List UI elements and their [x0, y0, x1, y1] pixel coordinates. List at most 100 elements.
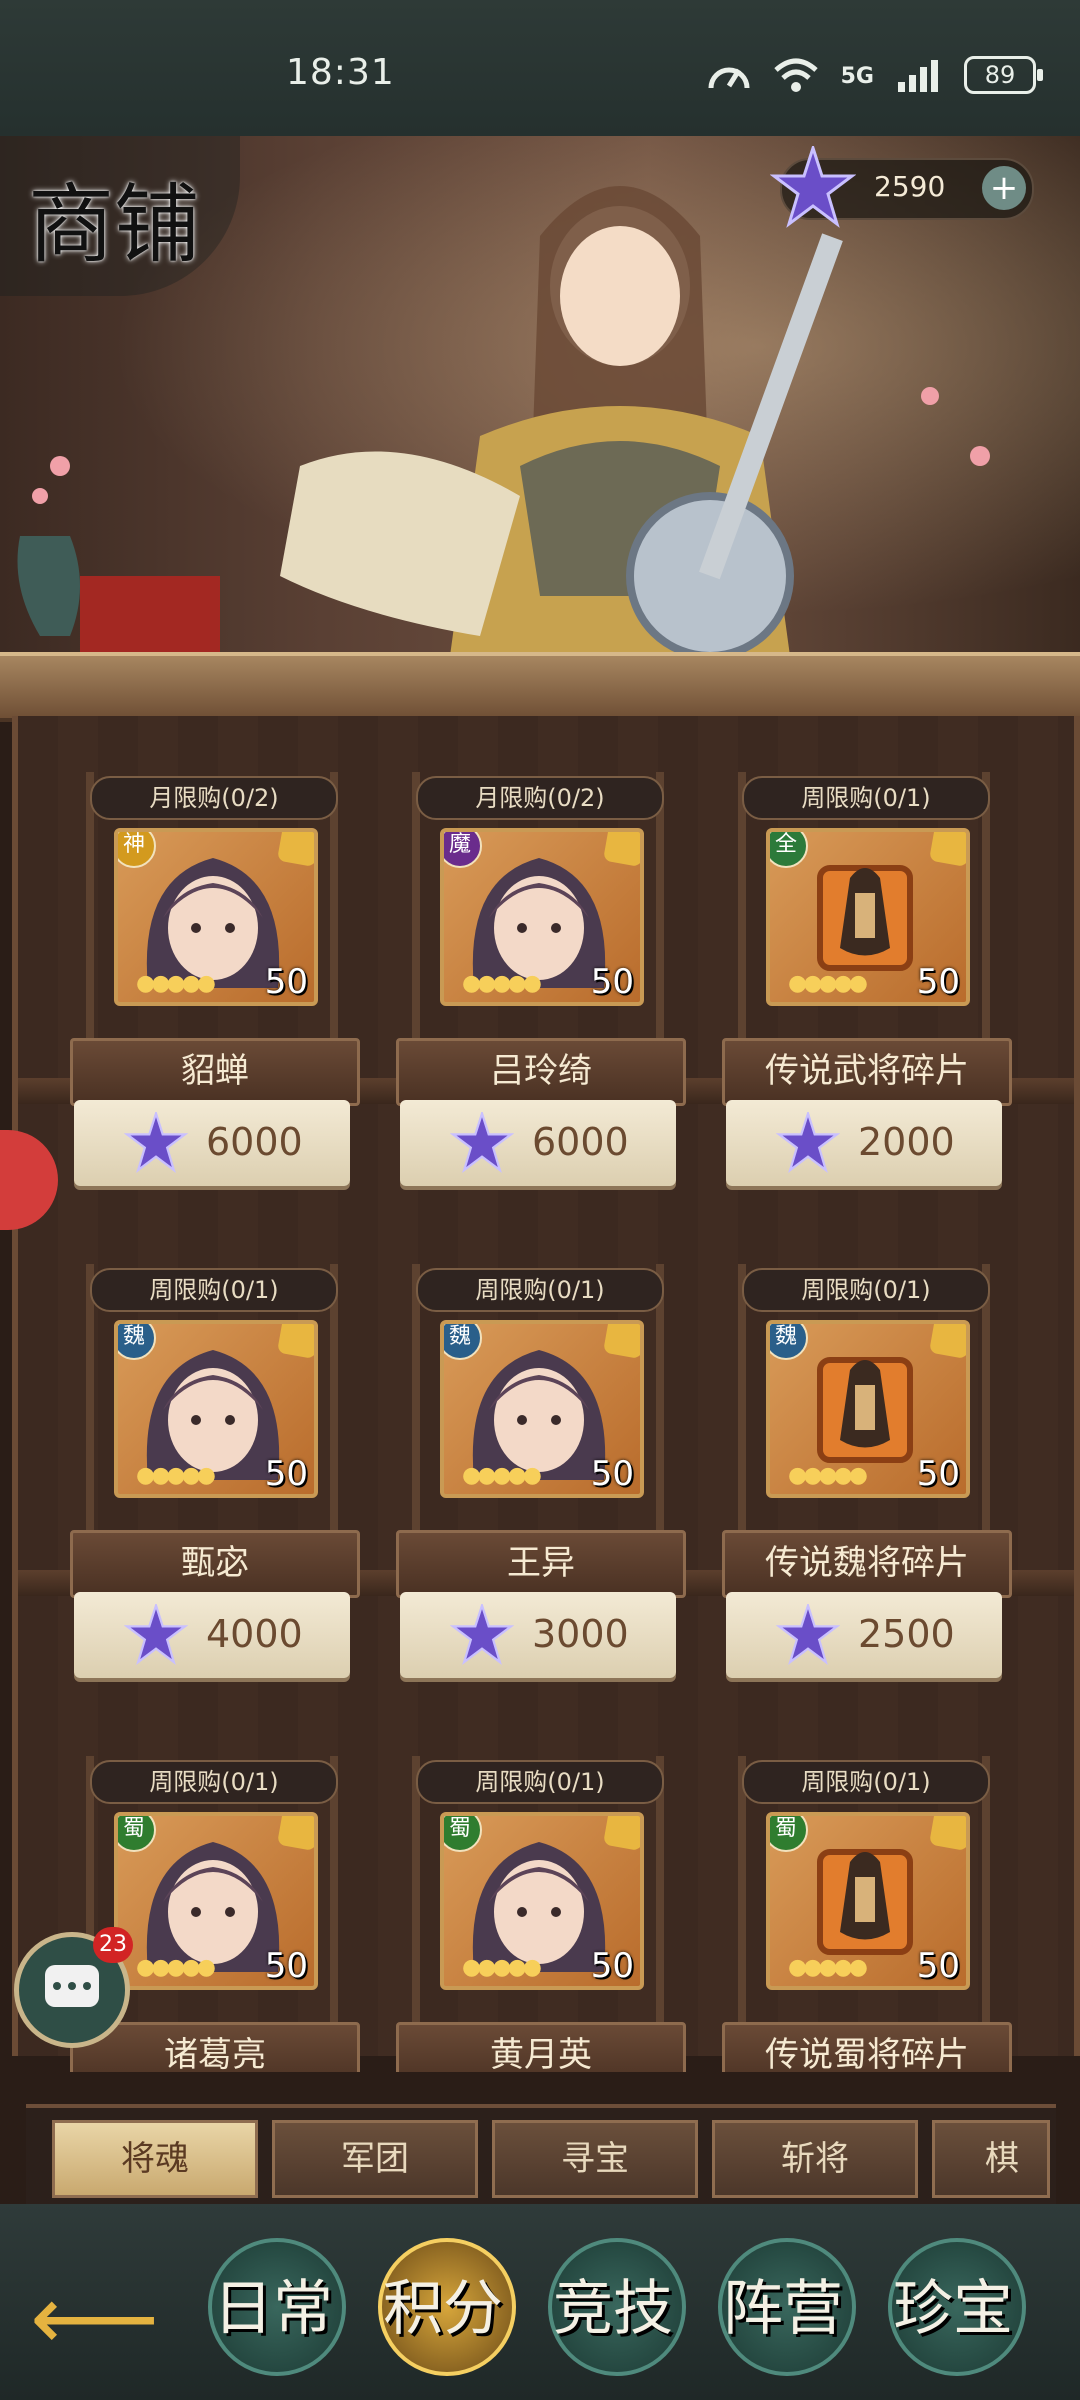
item-count: 50 — [916, 962, 960, 1002]
shop-title: 商铺 — [28, 175, 200, 275]
tab-qi[interactable]: 棋 — [932, 2120, 1050, 2198]
tab-zhanjiang[interactable]: 斩将 — [712, 2120, 918, 2198]
nav-points[interactable]: 积分 — [368, 2218, 518, 2388]
item-name: 貂蝉 — [70, 1038, 360, 1106]
puzzle-piece-icon — [276, 1816, 314, 1852]
star-rating-icon: ●●●●● — [462, 971, 542, 996]
buy-button[interactable]: 4000 — [74, 1592, 350, 1678]
battery-indicator: 89 — [964, 56, 1043, 94]
tab-juntuan[interactable]: 军团 — [272, 2120, 478, 2198]
star-rating-icon: ●●●●● — [788, 1463, 868, 1488]
item-price: 2500 — [858, 1612, 955, 1656]
purchase-limit: 月限购(0/2) — [416, 776, 664, 820]
shop-item[interactable]: 周限购(0/1) 魏 ●●●●● 50 王异 3000 — [388, 1208, 688, 1678]
star-gem-icon — [124, 1112, 188, 1173]
status-time: 18:31 — [286, 52, 395, 93]
shop-item[interactable]: 周限购(0/1) 蜀 ●●●●● 50 黄月英 — [388, 1700, 688, 2072]
nav-daily[interactable]: 日常 — [198, 2218, 348, 2388]
star-gem-icon — [776, 1112, 840, 1173]
item-card[interactable]: 蜀 ●●●●● 50 — [440, 1812, 644, 1990]
shop-item[interactable]: 周限购(0/1) 魏 ●●●●● 50 甄宓 4000 — [62, 1208, 362, 1678]
item-price: 6000 — [206, 1120, 303, 1164]
item-name: 王异 — [396, 1530, 686, 1598]
buy-button[interactable]: 2000 — [726, 1100, 1002, 1186]
status-bar: 18:31 5G 89 — [0, 0, 1080, 136]
chat-icon — [45, 1965, 99, 2007]
status-icons: 5G — [707, 56, 940, 96]
item-card[interactable]: 魏 ●●●●● 50 — [766, 1320, 970, 1498]
item-card[interactable]: 蜀 ●●●●● 50 — [766, 1812, 970, 1990]
puzzle-piece-icon — [928, 832, 966, 868]
star-rating-icon: ●●●●● — [788, 971, 868, 996]
item-card[interactable]: 全 ●●●●● 50 — [766, 828, 970, 1006]
star-gem-icon — [450, 1604, 514, 1665]
nav-label: 积分 — [383, 2274, 503, 2344]
star-rating-icon: ●●●●● — [136, 1463, 216, 1488]
purchase-limit: 月限购(0/2) — [90, 776, 338, 820]
puzzle-piece-icon — [928, 1324, 966, 1360]
puzzle-piece-icon — [276, 1324, 314, 1360]
item-card[interactable]: 神 ●●●●● 50 — [114, 828, 318, 1006]
currency-display: 2590 + — [770, 146, 1034, 228]
nav-camp[interactable]: 阵营 — [708, 2218, 858, 2388]
buy-button[interactable]: 3000 — [400, 1592, 676, 1678]
nav-label: 阵营 — [723, 2274, 843, 2344]
star-rating-icon: ●●●●● — [462, 1955, 542, 1980]
star-gem-icon — [124, 1604, 188, 1665]
star-rating-icon: ●●●●● — [136, 971, 216, 996]
item-count: 50 — [264, 1946, 308, 1986]
speed-icon — [708, 67, 750, 89]
item-price: 2000 — [858, 1120, 955, 1164]
shop-item[interactable]: 周限购(0/1) 蜀 ●●●●● 50 传说蜀将碎片 — [714, 1700, 1014, 2072]
nav-arena[interactable]: 竞技 — [538, 2218, 688, 2388]
item-card[interactable]: 魏 ●●●●● 50 — [440, 1320, 644, 1498]
add-currency-button[interactable]: + — [982, 166, 1026, 210]
item-card[interactable]: 魏 ●●●●● 50 — [114, 1320, 318, 1498]
star-gem-icon — [770, 146, 856, 228]
puzzle-piece-icon — [276, 832, 314, 868]
nav-label: 珍宝 — [893, 2274, 1013, 2344]
item-card[interactable]: 魔 ●●●●● 50 — [440, 828, 644, 1006]
signal-icon — [898, 60, 938, 92]
item-name: 黄月英 — [396, 2022, 686, 2072]
shop-item[interactable]: 周限购(0/1) 全 ●●●●● 50 传说武将碎片 2000 — [714, 716, 1014, 1186]
puzzle-piece-icon — [928, 1816, 966, 1852]
item-count: 50 — [590, 962, 634, 1002]
item-price: 6000 — [532, 1120, 629, 1164]
item-name: 甄宓 — [70, 1530, 360, 1598]
purchase-limit: 周限购(0/1) — [742, 776, 990, 820]
star-rating-icon: ●●●●● — [462, 1463, 542, 1488]
purchase-limit: 周限购(0/1) — [90, 1268, 338, 1312]
star-gem-icon — [450, 1112, 514, 1173]
shop-item[interactable]: 周限购(0/1) 魏 ●●●●● 50 传说魏将碎片 2500 — [714, 1208, 1014, 1678]
nav-label: 日常 — [213, 2274, 333, 2344]
purchase-limit: 周限购(0/1) — [742, 1268, 990, 1312]
purchase-limit: 周限购(0/1) — [90, 1760, 338, 1804]
buy-button[interactable]: 6000 — [74, 1100, 350, 1186]
shop-tabs: 将魂 军团 寻宝 斩将 棋 — [26, 2104, 1056, 2204]
star-rating-icon: ●●●●● — [788, 1955, 868, 1980]
chat-badge: 23 — [93, 1927, 133, 1963]
nav-treasure[interactable]: 珍宝 — [878, 2218, 1028, 2388]
purchase-limit: 周限购(0/1) — [416, 1760, 664, 1804]
back-arrow-icon[interactable]: ⟵ — [30, 2266, 159, 2371]
item-count: 50 — [590, 1946, 634, 1986]
puzzle-piece-icon — [602, 832, 640, 868]
wifi-icon — [773, 58, 818, 92]
star-gem-icon — [776, 1604, 840, 1665]
shop-item[interactable]: 月限购(0/2) 魔 ●●●●● 50 吕玲绮 6000 — [388, 716, 688, 1186]
tab-jianghun[interactable]: 将魂 — [52, 2120, 258, 2198]
banner-divider — [0, 652, 1080, 722]
item-card[interactable]: 蜀 ●●●●● 50 — [114, 1812, 318, 1990]
buy-button[interactable]: 2500 — [726, 1592, 1002, 1678]
network-label: 5G — [840, 63, 874, 89]
tab-xunbao[interactable]: 寻宝 — [492, 2120, 698, 2198]
purchase-limit: 周限购(0/1) — [742, 1760, 990, 1804]
nav-label: 竞技 — [553, 2274, 673, 2344]
purchase-limit: 周限购(0/1) — [416, 1268, 664, 1312]
shop-item[interactable]: 月限购(0/2) 神 ●●●●● 50 貂蝉 6000 — [62, 716, 362, 1186]
item-price: 3000 — [532, 1612, 629, 1656]
chat-button[interactable]: 23 — [14, 1927, 133, 2048]
buy-button[interactable]: 6000 — [400, 1100, 676, 1186]
item-name: 传说武将碎片 — [722, 1038, 1012, 1106]
